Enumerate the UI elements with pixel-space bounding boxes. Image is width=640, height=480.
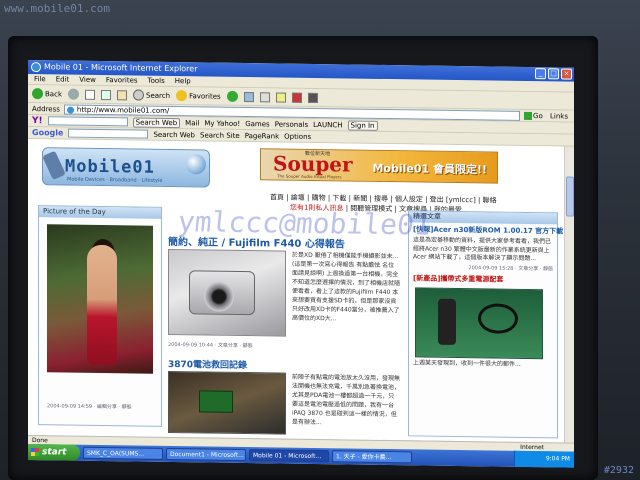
star-icon xyxy=(176,90,188,102)
circuit-board xyxy=(199,390,233,413)
stop-icon[interactable] xyxy=(85,89,95,100)
links-button[interactable]: Links xyxy=(550,112,574,120)
window-title: Mobile 01 - Microsoft Internet Explorer xyxy=(44,62,198,74)
go-label: Go xyxy=(533,111,543,120)
banner-text: Mobile01 會員限定!! xyxy=(372,161,487,177)
yahoo-launch-link[interactable]: LAUNCH xyxy=(313,120,342,128)
back-button[interactable]: Back xyxy=(32,88,62,100)
cable-coil xyxy=(478,302,518,334)
article2-title[interactable]: 3870電池救回記錄 xyxy=(168,357,247,371)
go-button[interactable]: Go xyxy=(524,111,546,120)
url-watermark: www.mobile01.com xyxy=(4,2,110,15)
favorites-button[interactable]: Favorites xyxy=(176,90,221,102)
start-button[interactable]: start xyxy=(28,444,80,461)
picture-of-the-day: Picture of the Day 2004-09-09 14:59 · 編輯… xyxy=(38,205,162,427)
yahoo-personals-link[interactable]: Personals xyxy=(275,120,308,128)
banner-tagline: The Souper Audio Visual Players xyxy=(277,173,342,180)
system-tray-clock[interactable]: 9:04 PM xyxy=(514,450,574,468)
maximize-button[interactable]: □ xyxy=(548,68,559,80)
pagerank-indicator[interactable]: PageRank xyxy=(245,132,279,140)
phone-icon xyxy=(42,150,66,181)
back-arrow-icon xyxy=(32,88,43,100)
image-number: #2932 xyxy=(603,465,634,476)
back-label: Back xyxy=(45,89,62,98)
menu-edit[interactable]: Edit xyxy=(56,74,70,84)
window-controls: _ □ × xyxy=(535,68,572,80)
potd-photo[interactable] xyxy=(47,224,153,374)
google-search-input[interactable] xyxy=(68,128,149,139)
menu-help[interactable]: Help xyxy=(175,76,191,86)
google-search-site-button[interactable]: Search Site xyxy=(200,131,240,140)
yahoo-search-web-button[interactable]: Search Web xyxy=(132,116,181,128)
search-label: Search xyxy=(146,91,171,100)
potd-meta: 2004-09-09 14:59 · 編輯分享 · 靜態 xyxy=(47,403,132,411)
article1-meta: 2004-09-09 10:44 · 文章分享 · 靜態 xyxy=(168,341,253,350)
news2-photo[interactable] xyxy=(415,286,543,359)
google-logo[interactable]: Google xyxy=(32,128,63,137)
discuss-icon[interactable] xyxy=(291,92,302,103)
google-search-web-button[interactable]: Search Web xyxy=(153,130,195,139)
ie-icon xyxy=(31,62,41,73)
go-arrow-icon xyxy=(524,111,533,120)
edit-icon[interactable] xyxy=(275,91,286,103)
yahoo-sign-in-button[interactable]: Sign In xyxy=(347,119,378,131)
home-icon[interactable] xyxy=(117,89,127,100)
yahoo-search-input[interactable] xyxy=(47,116,128,127)
article1-body: 於是XD 厭倦了相機僅能手機攝影並未... (這是第一次寫心得報告 有點膽怯 名… xyxy=(292,251,401,323)
forward-arrow-icon[interactable] xyxy=(68,88,79,100)
monitor-screen: Mobile 01 - Microsoft Internet Explorer … xyxy=(28,60,574,468)
news1-body: 這是為宏碁移動的資料，提供大家參考看看，我們已經將Acer n30 繁體中文版最… xyxy=(413,236,552,263)
article2-body: 前陣子有點電的電池放太久沒用，發現無法開機也無法充電，千萬別急著換電池，尤其是P… xyxy=(292,373,401,427)
news2-body: 上週某天發現到，收到一件很大的郵件... xyxy=(413,358,521,368)
google-options-button[interactable]: Options xyxy=(284,132,311,140)
potd-figure xyxy=(87,244,117,366)
yahoo-mail-link[interactable]: Mail xyxy=(185,119,199,127)
vertical-scrollbar[interactable] xyxy=(564,146,574,443)
favorites-label: Favorites xyxy=(189,91,221,101)
site-logo-tagline: Mobile Devices · Broadband · Lifestyle xyxy=(67,176,163,184)
banner-small-text: 數位新天地 xyxy=(305,150,331,158)
featured-column: 精選文章 [快報]Acer n30新版ROM 1.00.17 官方下載 這是為宏… xyxy=(408,210,563,439)
messenger-icon[interactable] xyxy=(307,92,318,103)
menu-file[interactable]: File xyxy=(34,74,46,84)
article2-photo[interactable] xyxy=(168,370,286,435)
taskbar-item[interactable]: SMK_C_OA(SUMS... xyxy=(83,446,163,460)
minimize-button[interactable]: _ xyxy=(535,68,546,80)
article1-photo[interactable] xyxy=(168,248,286,337)
yahoo-logo[interactable]: Y! xyxy=(32,116,43,126)
search-icon xyxy=(133,89,144,101)
site-logo-text: Mobile01 xyxy=(65,156,155,178)
souper-banner-ad[interactable]: Souper 數位新天地 The Souper Audio Visual Pla… xyxy=(260,148,498,184)
yahoo-games-link[interactable]: Games xyxy=(245,120,270,128)
refresh-icon[interactable] xyxy=(101,89,111,100)
history-icon[interactable] xyxy=(226,90,238,102)
user-watermark: ymlccc@mobile01 xyxy=(176,205,433,242)
news2-title[interactable]: [新產品]攜帶式多重電源配套 xyxy=(409,271,557,287)
close-button[interactable]: × xyxy=(561,68,572,80)
taskbar-item[interactable]: Document1 - Microsoft... xyxy=(166,447,246,462)
menu-favorites[interactable]: Favorites xyxy=(106,75,138,85)
globe-icon xyxy=(186,154,206,175)
taskbar-item-active[interactable]: Mobile 01 - Microsoft... xyxy=(249,449,329,463)
address-label: Address xyxy=(32,104,60,113)
mail-icon[interactable] xyxy=(243,91,254,102)
menu-view[interactable]: View xyxy=(79,75,96,85)
camera-photo xyxy=(189,270,255,316)
camera-lens xyxy=(204,281,234,312)
scrollbar-thumb[interactable] xyxy=(566,176,574,217)
search-button[interactable]: Search xyxy=(133,89,170,101)
print-icon[interactable] xyxy=(259,91,270,102)
potd-header: Picture of the Day xyxy=(39,206,161,219)
site-logo[interactable]: Mobile01 Mobile Devices · Broadband · Li… xyxy=(42,147,210,188)
taskbar-item[interactable]: 1. 天子 - 愛你卡農... xyxy=(332,450,412,464)
my-yahoo-link[interactable]: My Yahoo! xyxy=(204,119,240,128)
page-content: Mobile01 Mobile Devices · Broadband · Li… xyxy=(28,139,564,443)
charger-device xyxy=(438,298,456,345)
menu-tools[interactable]: Tools xyxy=(148,76,165,86)
